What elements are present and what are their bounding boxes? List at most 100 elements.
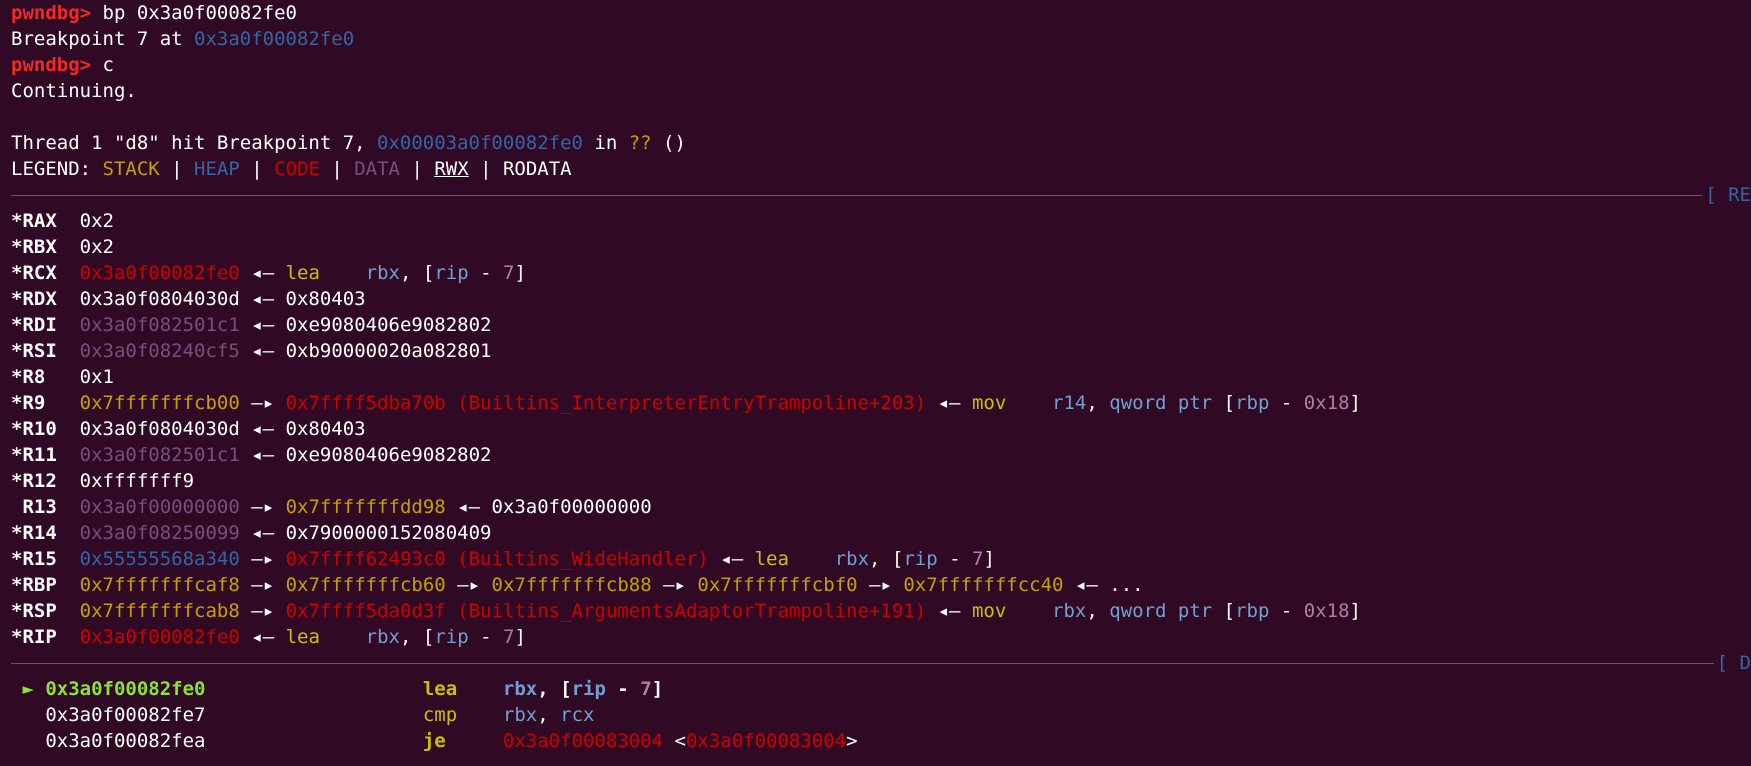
terminal-text: rip — [903, 548, 938, 570]
terminal-text: 0x3a0f00000000 — [79, 496, 240, 518]
terminal-text: *R14 — [11, 522, 57, 544]
terminal-text: *RCX — [11, 262, 57, 284]
terminal-text: ] — [1349, 600, 1361, 622]
terminal-text: ◂— — [239, 626, 286, 648]
terminal-text: ► — [11, 678, 46, 700]
terminal-text: *R15 — [11, 548, 57, 570]
terminal-text: 0x3a0f00082fea — [11, 730, 206, 752]
terminal-text: | — [319, 158, 355, 180]
terminal-text: lea — [754, 548, 789, 570]
terminal-line: 0x3a0f00082fea je 0x3a0f00083004 <0x3a0f… — [11, 728, 1751, 754]
terminal-text: Thread 1 "d8" hit Breakpoint 7, — [11, 132, 378, 154]
terminal-text: 0x3a0f00082fe0 — [79, 626, 240, 648]
terminal-text: lea — [422, 678, 458, 700]
terminal-text: ◂— 0xe9080406e9082802 — [239, 444, 492, 466]
terminal-text: rip — [434, 262, 469, 284]
terminal-text: lea — [285, 262, 320, 284]
terminal-line: *R11 0x3a0f082501c1 ◂— 0xe9080406e908280… — [11, 442, 1751, 468]
terminal-text: rbx — [502, 678, 538, 700]
terminal-text: DATA — [354, 158, 400, 180]
terminal-text: *RIP — [11, 626, 57, 648]
separator-rule — [11, 195, 1703, 196]
terminal-text: 0x3a0f00082fe0 — [194, 28, 355, 50]
terminal-text: ◂— — [926, 600, 972, 622]
terminal-window[interactable]: pwndbg> bp 0x3a0f00082fe0 Breakpoint 7 at… — [0, 0, 1751, 766]
terminal-text: () — [651, 132, 686, 154]
terminal-text: ◂— ... — [1063, 574, 1144, 596]
terminal-text: 0x7fffffffcbf0 — [697, 574, 858, 596]
terminal-text: 0x7ffff62493c0 (Builtins_WideHandler) — [285, 548, 709, 570]
terminal-text: pwndbg> — [11, 54, 103, 76]
terminal-text: pwndbg> — [11, 2, 103, 24]
terminal-text: | — [400, 158, 435, 180]
terminal-text: 0x3a0f08250099 — [79, 522, 240, 544]
terminal-line: pwndbg> c — [11, 52, 1751, 78]
terminal-line: Thread 1 "d8" hit Breakpoint 7, 0x00003a… — [11, 130, 1751, 156]
terminal-text: 0x18 — [1303, 392, 1350, 414]
terminal-text: lea — [285, 626, 320, 648]
terminal-text: 0x7fffffffcb00 — [79, 392, 240, 414]
terminal-text: 0x2 — [56, 210, 114, 232]
terminal-text: qword ptr — [1109, 600, 1213, 622]
terminal-text: *R10 — [11, 418, 57, 440]
terminal-line: *RDX 0x3a0f0804030d ◂— 0x80403 — [11, 286, 1751, 312]
terminal-text: *RAX — [11, 210, 57, 232]
terminal-text: rbx — [365, 626, 400, 648]
terminal-text: 0x7ffff5da0d3f (Builtins_ArgumentsAdapto… — [285, 600, 927, 622]
terminal-text: < — [663, 730, 686, 752]
separator-label: [ RE — [1705, 184, 1751, 206]
terminal-text: 0x3a0f08240cf5 — [79, 340, 240, 362]
terminal-text: 0x3a0f0804030d ◂— 0x80403 — [56, 288, 366, 310]
terminal-line: *R9 0x7fffffffcb00 —▸ 0x7ffff5dba70b (Bu… — [11, 390, 1751, 416]
terminal-text: - — [1269, 600, 1304, 622]
terminal-text: *RDX — [11, 288, 57, 310]
terminal-text: , [ — [537, 678, 572, 700]
terminal-text: , — [1086, 392, 1110, 414]
terminal-text: 0x3a0f00083004 — [685, 730, 847, 752]
terminal-line: LEGEND: STACK | HEAP | CODE | DATA | RWX… — [11, 156, 1751, 182]
terminal-line: *RIP 0x3a0f00082fe0 ◂— lea rbx, [rip - 7… — [11, 624, 1751, 650]
terminal-text: *R11 — [11, 444, 57, 466]
terminal-text: —▸ — [445, 574, 492, 596]
terminal-text: , [ — [869, 548, 904, 570]
separator-label: [ D — [1716, 652, 1751, 674]
terminal-text: 0x2 — [56, 236, 114, 258]
terminal-text: ◂— 0x3a0f00000000 — [445, 496, 652, 518]
terminal-text: 0x7fffffffcab8 — [79, 600, 240, 622]
terminal-text: | RODATA — [468, 158, 572, 180]
terminal-text: 0x7fffffffcb88 — [491, 574, 652, 596]
terminal-text: c — [102, 54, 114, 76]
terminal-text: [ — [1212, 600, 1236, 622]
terminal-text: mov — [971, 392, 1007, 414]
terminal-text: ] — [514, 262, 526, 284]
terminal-text: *RDI — [11, 314, 57, 336]
terminal-text: ] — [1349, 392, 1361, 414]
terminal-text: ◂— — [708, 548, 755, 570]
terminal-text: rbx — [834, 548, 870, 570]
terminal-text: —▸ — [239, 392, 286, 414]
terminal-text: cmp — [422, 704, 458, 726]
terminal-text: 0x3a0f00082fe7 — [11, 704, 206, 726]
terminal-text: —▸ — [239, 496, 286, 518]
terminal-text: *RSI — [11, 340, 57, 362]
terminal-line: *RCX 0x3a0f00082fe0 ◂— lea rbx, [rip - 7… — [11, 260, 1751, 286]
terminal-text: *RBP — [11, 574, 57, 596]
terminal-text: - — [605, 678, 641, 700]
terminal-line: 0x3a0f00082fe7 cmp rbx, rcx — [11, 702, 1751, 728]
terminal-text: rbx — [502, 704, 538, 726]
terminal-text: 0x55555568a340 — [79, 548, 240, 570]
terminal-text: R13 — [11, 496, 57, 518]
terminal-line: *R8 0x1 — [11, 364, 1751, 390]
terminal-text: 0x7fffffffdd98 — [285, 496, 446, 518]
terminal-text: 0x3a0f00082fe0 — [79, 262, 240, 284]
terminal-line: ► 0x3a0f00082fe0 lea rbx, [rip - 7] — [11, 676, 1751, 702]
terminal-text: —▸ — [857, 574, 904, 596]
